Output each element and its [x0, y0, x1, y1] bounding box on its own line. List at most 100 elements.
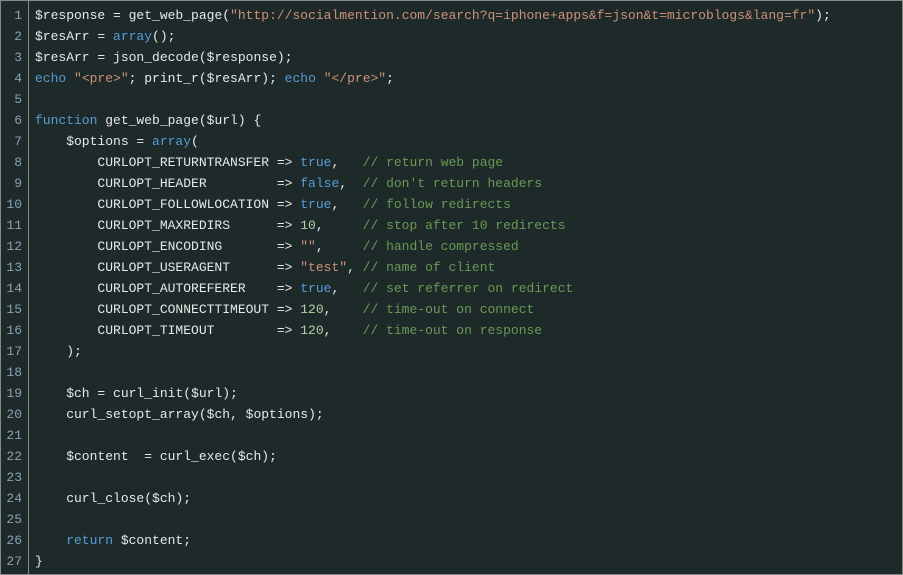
line-number: 24	[5, 488, 22, 509]
code-token: 120	[300, 302, 323, 317]
line-number: 27	[5, 551, 22, 572]
code-token	[35, 365, 43, 380]
code-token: function	[35, 113, 105, 128]
code-line[interactable]	[35, 89, 896, 110]
code-token: ,	[316, 239, 363, 254]
code-token: CURLOPT_HEADER	[35, 176, 277, 191]
code-line[interactable]: CURLOPT_HEADER => false, // don't return…	[35, 173, 896, 194]
line-number: 13	[5, 257, 22, 278]
line-number: 20	[5, 404, 22, 425]
code-token	[35, 470, 43, 485]
code-line[interactable]: return $content;	[35, 530, 896, 551]
code-line[interactable]: function get_web_page($url) {	[35, 110, 896, 131]
code-token: =>	[277, 155, 300, 170]
code-line[interactable]: $response = get_web_page("http://socialm…	[35, 5, 896, 26]
code-token: "</pre>"	[324, 71, 386, 86]
code-token: ) {	[238, 113, 261, 128]
code-token: CURLOPT_MAXREDIRS	[35, 218, 277, 233]
code-token: ,	[331, 197, 362, 212]
code-line[interactable]: $resArr = json_decode($response);	[35, 47, 896, 68]
code-line[interactable]: $content = curl_exec($ch);	[35, 446, 896, 467]
code-token: (	[191, 134, 199, 149]
code-line[interactable]: CURLOPT_USERAGENT => "test", // name of …	[35, 257, 896, 278]
code-token: curl_setopt_array	[35, 407, 199, 422]
code-token: );	[261, 449, 277, 464]
code-token: =>	[277, 302, 300, 317]
code-line[interactable]: $ch = curl_init($url);	[35, 383, 896, 404]
code-token: =>	[277, 176, 300, 191]
code-line[interactable]: CURLOPT_CONNECTTIMEOUT => 120, // time-o…	[35, 299, 896, 320]
code-token: );	[308, 407, 324, 422]
line-number: 14	[5, 278, 22, 299]
code-line[interactable]: echo "<pre>"; print_r($resArr); echo "</…	[35, 68, 896, 89]
code-token: ,	[324, 302, 363, 317]
code-token: $content	[121, 533, 183, 548]
code-token: // handle compressed	[363, 239, 519, 254]
code-token: ();	[152, 29, 175, 44]
code-line[interactable]: curl_close($ch);	[35, 488, 896, 509]
code-line[interactable]	[35, 362, 896, 383]
code-token: echo	[285, 71, 324, 86]
code-token: // name of client	[363, 260, 496, 275]
code-token: $ch	[35, 386, 97, 401]
code-line[interactable]: CURLOPT_MAXREDIRS => 10, // stop after 1…	[35, 215, 896, 236]
code-token: json_decode	[113, 50, 199, 65]
code-token: =>	[277, 218, 300, 233]
code-token: );	[222, 386, 238, 401]
code-token: curl_exec	[160, 449, 230, 464]
code-token: ,	[347, 260, 363, 275]
code-line[interactable]: CURLOPT_TIMEOUT => 120, // time-out on r…	[35, 320, 896, 341]
line-number-gutter: 1234567891011121314151617181920212223242…	[1, 1, 29, 574]
code-area[interactable]: $response = get_web_page("http://socialm…	[29, 1, 902, 574]
code-line[interactable]: $options = array(	[35, 131, 896, 152]
code-token: false	[300, 176, 339, 191]
code-token: // follow redirects	[363, 197, 511, 212]
code-token: );	[815, 8, 831, 23]
code-token: =>	[277, 197, 300, 212]
code-token: true	[300, 281, 331, 296]
code-token: get_web_page	[105, 113, 199, 128]
code-token: $ch	[238, 449, 261, 464]
line-number: 11	[5, 215, 22, 236]
code-line[interactable]: curl_setopt_array($ch, $options);	[35, 404, 896, 425]
code-token: =	[136, 134, 152, 149]
code-token: $options	[35, 134, 136, 149]
code-token: CURLOPT_USERAGENT	[35, 260, 277, 275]
code-line[interactable]: CURLOPT_AUTOREFERER => true, // set refe…	[35, 278, 896, 299]
code-token: $resArr	[207, 71, 262, 86]
code-token: =	[97, 50, 113, 65]
line-number: 4	[5, 68, 22, 89]
code-token: print_r	[144, 71, 199, 86]
line-number: 26	[5, 530, 22, 551]
code-token: "http://socialmention.com/search?q=iphon…	[230, 8, 815, 23]
code-token: true	[300, 155, 331, 170]
code-token: ,	[316, 218, 363, 233]
code-token: (	[222, 8, 230, 23]
code-line[interactable]: CURLOPT_FOLLOWLOCATION => true, // follo…	[35, 194, 896, 215]
code-line[interactable]: CURLOPT_RETURNTRANSFER => true, // retur…	[35, 152, 896, 173]
code-token: CURLOPT_CONNECTTIMEOUT	[35, 302, 277, 317]
code-line[interactable]	[35, 467, 896, 488]
code-token: =	[97, 29, 113, 44]
code-token: CURLOPT_AUTOREFERER	[35, 281, 277, 296]
line-number: 10	[5, 194, 22, 215]
code-token: $resArr	[35, 29, 97, 44]
code-token: echo	[35, 71, 74, 86]
line-number: 17	[5, 341, 22, 362]
code-line[interactable]: $resArr = array();	[35, 26, 896, 47]
line-number: 1	[5, 5, 22, 26]
code-line[interactable]: }	[35, 551, 896, 572]
code-token: (	[199, 113, 207, 128]
line-number: 15	[5, 299, 22, 320]
code-token: 10	[300, 218, 316, 233]
line-number: 3	[5, 47, 22, 68]
code-line[interactable]	[35, 509, 896, 530]
code-token: $ch	[207, 407, 230, 422]
line-number: 9	[5, 173, 22, 194]
code-line[interactable]	[35, 425, 896, 446]
code-token: ;	[129, 71, 145, 86]
code-line[interactable]: CURLOPT_ENCODING => "", // handle compre…	[35, 236, 896, 257]
line-number: 22	[5, 446, 22, 467]
code-line[interactable]: );	[35, 341, 896, 362]
code-token: );	[175, 491, 191, 506]
